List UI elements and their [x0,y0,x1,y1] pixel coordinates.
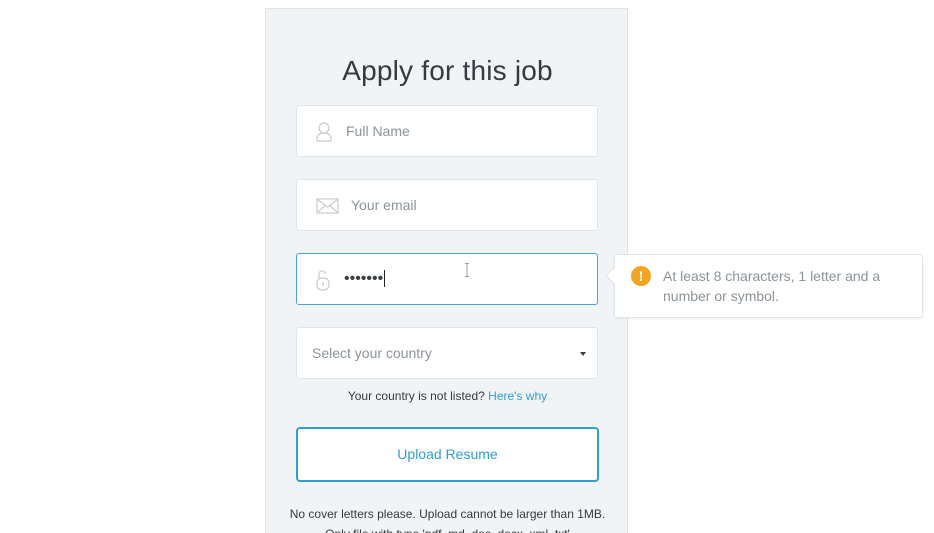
text-caret [384,270,386,288]
full-name-input[interactable]: Full Name [346,106,410,156]
email-field[interactable]: Your email [296,179,598,231]
chevron-down-icon[interactable] [580,352,586,356]
heres-why-link[interactable]: Here's why [488,389,547,403]
password-hint-text: At least 8 characters, 1 letter and a nu… [663,268,881,304]
password-field[interactable]: ••••••• [296,253,598,305]
page-title: Apply for this job [342,55,553,86]
warning-icon: ! [631,266,651,286]
file-requirements-note: No cover letters please. Upload cannot b… [289,507,606,533]
unlock-icon [315,267,339,293]
user-icon [313,119,337,145]
full-name-field[interactable]: Full Name [296,105,598,157]
password-input[interactable]: ••••••• [344,254,386,304]
password-value: ••••••• [344,270,384,287]
country-select[interactable]: Select your country [296,327,598,379]
email-input[interactable]: Your email [351,180,417,230]
upload-resume-button[interactable]: Upload Resume [296,427,599,482]
country-note: Your country is not listed? Here's why [266,389,629,403]
text-cursor-icon [465,263,469,277]
country-note-text: Your country is not listed? [347,389,485,403]
page: Apply for this job Full Name Your email [0,0,934,533]
country-select-value[interactable]: Select your country [312,328,432,378]
envelope-icon [316,197,340,215]
password-hint-tooltip: ! At least 8 characters, 1 letter and a … [614,254,923,318]
